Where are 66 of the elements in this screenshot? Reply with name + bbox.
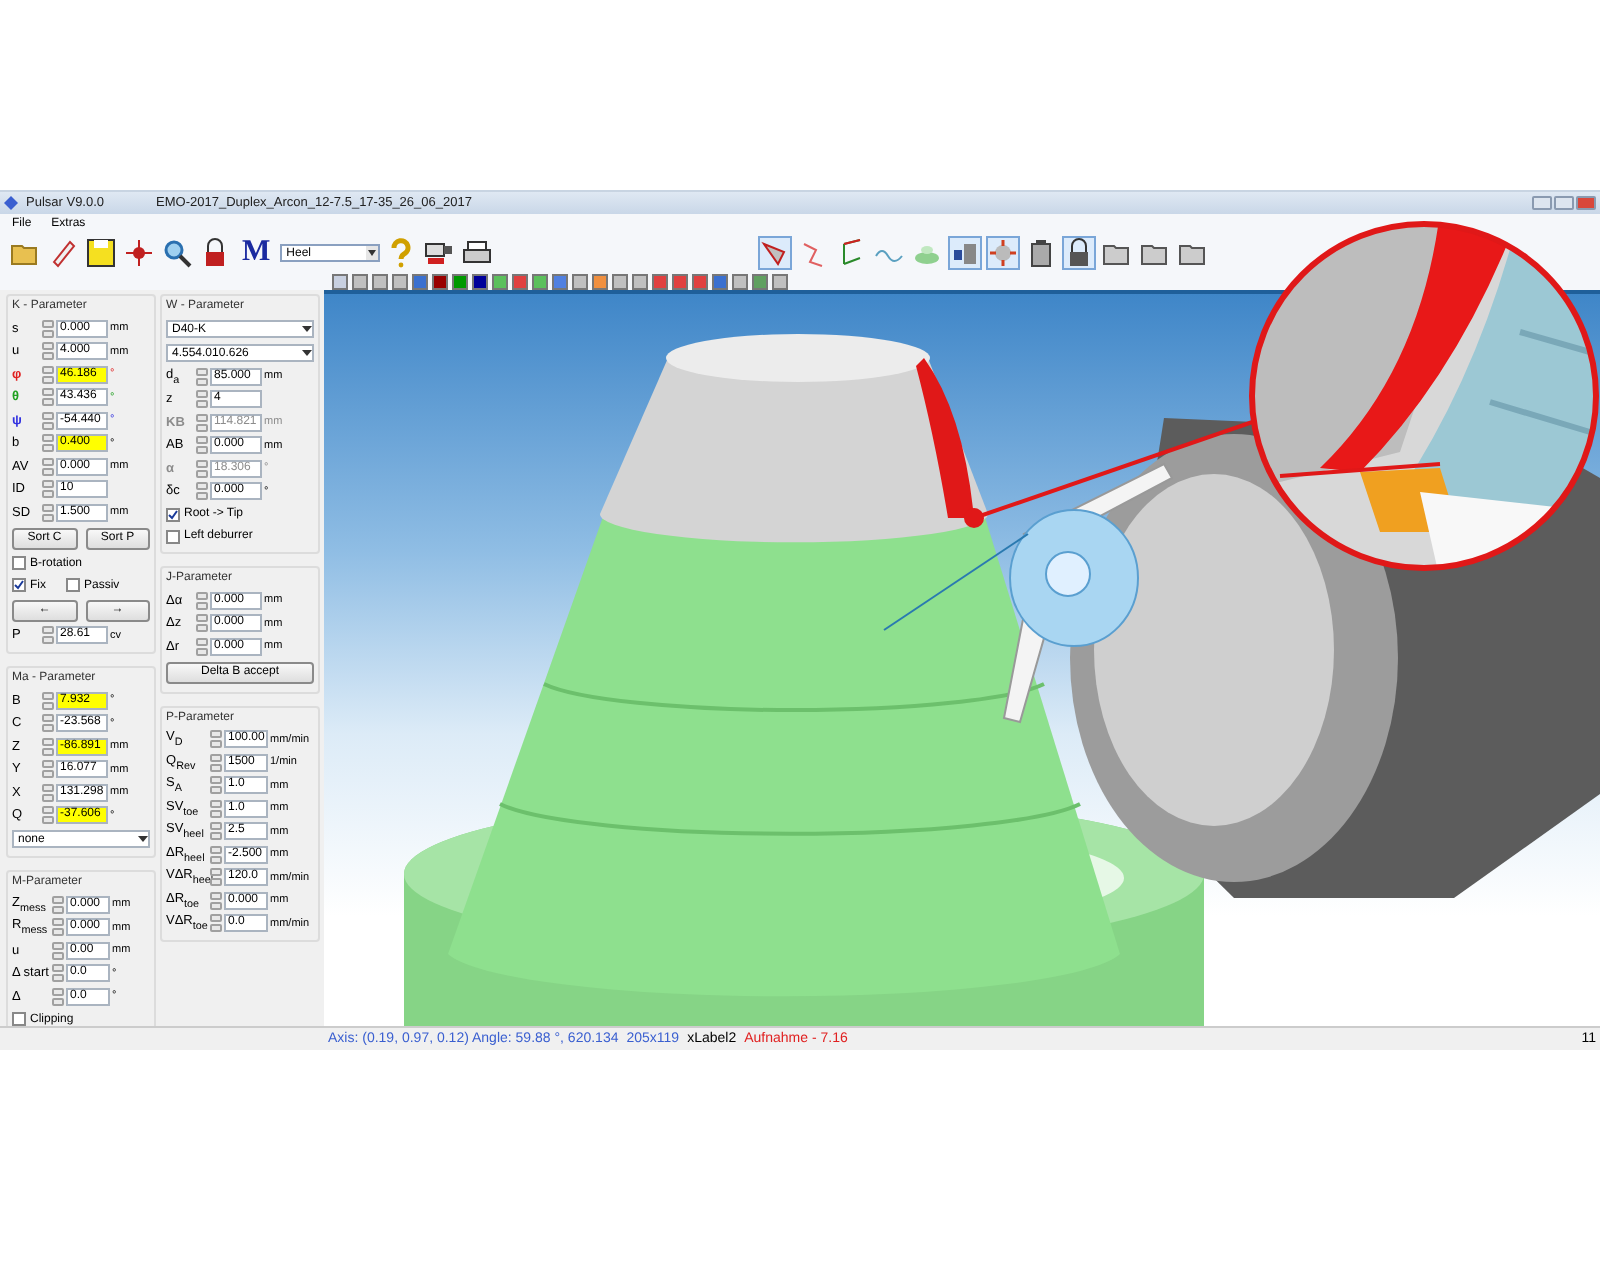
spin-button[interactable]: [52, 918, 64, 937]
spin-button[interactable]: [42, 434, 54, 453]
spin-button[interactable]: [42, 691, 54, 710]
checkbox-box[interactable]: [12, 1012, 26, 1026]
maximize-button[interactable]: [1554, 196, 1574, 210]
spin-button[interactable]: [196, 614, 208, 633]
spin-button[interactable]: [196, 591, 208, 610]
spin-button[interactable]: [42, 411, 54, 430]
spin-button[interactable]: [210, 868, 222, 887]
spin-button[interactable]: [52, 964, 64, 983]
spin-button[interactable]: [42, 714, 54, 733]
spindle-view-button[interactable]: [948, 236, 983, 270]
checkbox-box[interactable]: [66, 578, 80, 592]
spin-button[interactable]: [42, 480, 54, 499]
app-icon: [4, 196, 18, 210]
caret-icon: [138, 836, 148, 842]
cone-view-button[interactable]: [758, 236, 793, 270]
gear-icon: [988, 238, 1019, 268]
spin-button[interactable]: [196, 390, 208, 409]
spin-button[interactable]: [42, 319, 54, 338]
spin-button[interactable]: [42, 503, 54, 522]
spin-button[interactable]: [196, 637, 208, 656]
check-icon: [14, 580, 24, 590]
spin-button[interactable]: [42, 760, 54, 779]
caret-icon: [302, 326, 312, 332]
save-icon[interactable]: [84, 236, 118, 270]
spin-button[interactable]: [42, 365, 54, 384]
spin-button[interactable]: [196, 436, 208, 455]
spin-button[interactable]: [196, 413, 208, 432]
checkbox-box[interactable]: [166, 529, 180, 543]
close-button[interactable]: [1576, 196, 1596, 210]
spin-button[interactable]: [210, 799, 222, 818]
spin-button[interactable]: [42, 737, 54, 756]
spin-button[interactable]: [52, 987, 64, 1006]
spin-button[interactable]: [210, 891, 222, 910]
checkbox-box[interactable]: [166, 507, 180, 521]
spin-button[interactable]: [210, 776, 222, 795]
spin-button[interactable]: [196, 482, 208, 501]
spin-button[interactable]: [42, 626, 54, 645]
caret-icon: [302, 350, 312, 356]
gear-view-button[interactable]: [986, 236, 1021, 270]
spin-button[interactable]: [42, 783, 54, 802]
spin-button[interactable]: [210, 914, 222, 933]
spin-button[interactable]: [42, 388, 54, 407]
spin-button[interactable]: [52, 941, 64, 960]
spindle-icon: [950, 238, 981, 268]
caret-icon: [368, 250, 377, 256]
spin-button[interactable]: [52, 895, 64, 914]
spin-button[interactable]: [210, 822, 222, 841]
crosshair-icon[interactable]: [122, 236, 156, 270]
spin-button[interactable]: [42, 457, 54, 476]
spin-button[interactable]: [196, 367, 208, 386]
minimize-button[interactable]: [1532, 196, 1552, 210]
checkbox-box[interactable]: [12, 556, 26, 570]
spin-button[interactable]: [210, 753, 222, 772]
checkbox-box[interactable]: [12, 578, 26, 592]
magnifier-icon[interactable]: [160, 236, 194, 270]
spin-button[interactable]: [196, 459, 208, 478]
cone-icon: [760, 238, 791, 268]
check-icon: [168, 509, 178, 519]
spin-button[interactable]: [42, 342, 54, 361]
spin-button[interactable]: [210, 845, 222, 864]
spin-button[interactable]: [210, 730, 222, 749]
lock-view-button[interactable]: [1062, 236, 1097, 270]
spin-button[interactable]: [42, 806, 54, 825]
m-button[interactable]: M: [236, 236, 277, 270]
